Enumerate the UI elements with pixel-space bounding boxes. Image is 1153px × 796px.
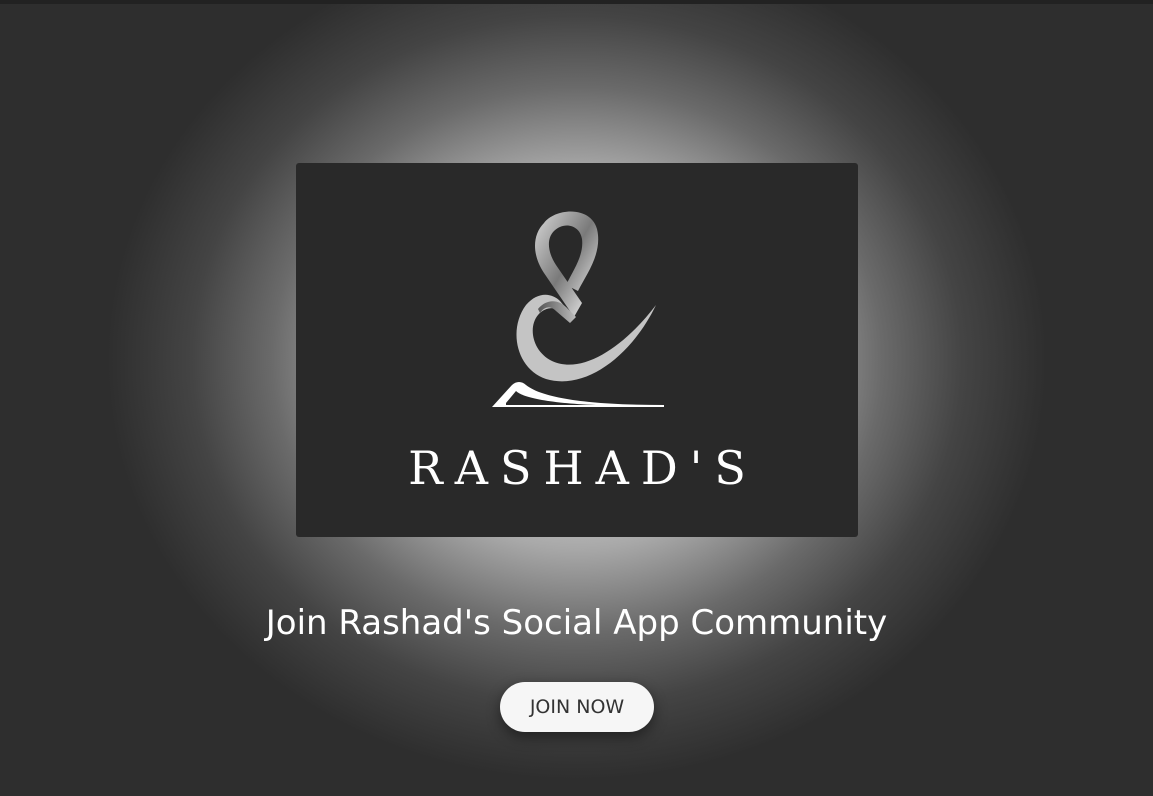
join-now-button[interactable]: JOIN NOW: [500, 682, 654, 732]
top-bar: [0, 0, 1153, 4]
brand-name: RASHAD'S: [408, 441, 758, 495]
page-headline: Join Rashad's Social App Community: [265, 603, 888, 643]
ampersand-logo-icon: [492, 211, 664, 407]
